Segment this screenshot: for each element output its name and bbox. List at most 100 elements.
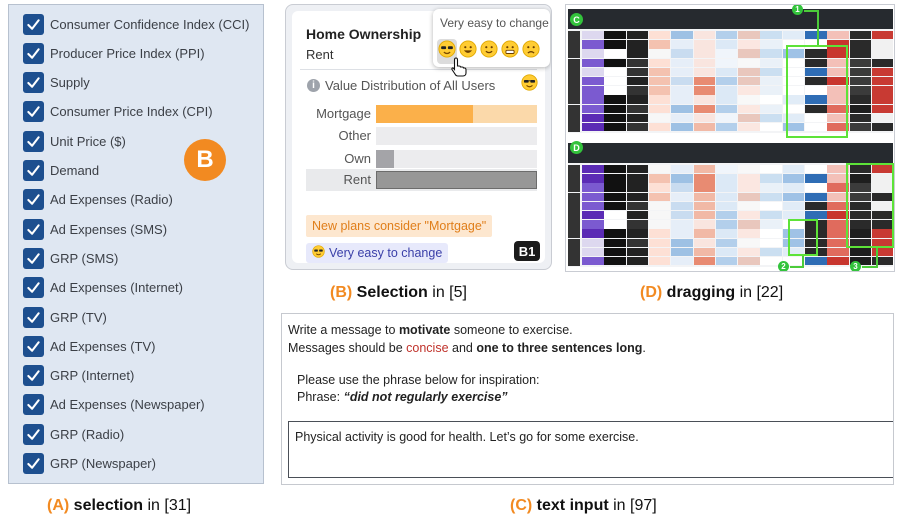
- matrix-cell[interactable]: [671, 123, 693, 132]
- matrix-cell[interactable]: [626, 58, 649, 67]
- matrix-cell[interactable]: [715, 104, 738, 113]
- matrix-cell[interactable]: [582, 86, 604, 95]
- matrix-cell[interactable]: [693, 95, 715, 104]
- matrix-row-header[interactable]: [568, 257, 580, 266]
- matrix-cell[interactable]: [760, 95, 782, 104]
- checkbox[interactable]: [23, 335, 44, 357]
- matrix-cell[interactable]: [715, 123, 738, 132]
- suggestion-label[interactable]: New plans consider "Mortgage": [306, 215, 493, 237]
- matrix-cell[interactable]: [738, 31, 760, 40]
- matrix-cell[interactable]: [738, 86, 760, 95]
- matrix-cell[interactable]: [626, 67, 649, 77]
- matrix-cell[interactable]: [648, 165, 671, 174]
- matrix-cell[interactable]: [738, 77, 760, 86]
- matrix-cell[interactable]: [648, 201, 671, 211]
- checkbox-row[interactable]: GRP (Newspaper): [23, 453, 156, 475]
- matrix-cell[interactable]: [760, 113, 782, 123]
- matrix-cell[interactable]: [849, 86, 872, 95]
- matrix-row-header[interactable]: [568, 183, 580, 193]
- matrix-cell[interactable]: [604, 174, 626, 183]
- matrix-cell[interactable]: [626, 247, 649, 257]
- matrix-cell[interactable]: [626, 123, 649, 132]
- checkbox-row[interactable]: Ad Expenses (Newspaper): [23, 394, 205, 416]
- matrix-row-header[interactable]: [568, 174, 580, 184]
- matrix-row-header[interactable]: [568, 58, 580, 68]
- checkbox-row[interactable]: Consumer Price Index (CPI): [23, 101, 213, 123]
- matrix-cell[interactable]: [626, 229, 649, 238]
- matrix-cell[interactable]: [604, 247, 626, 257]
- smile-face-icon[interactable]: [480, 40, 498, 63]
- matrix-cell[interactable]: [582, 95, 604, 104]
- matrix-cell[interactable]: [715, 31, 738, 40]
- matrix-cell[interactable]: [738, 201, 760, 211]
- checkbox-row[interactable]: GRP (Radio): [23, 423, 124, 445]
- checkbox[interactable]: [23, 453, 44, 474]
- matrix-cell[interactable]: [760, 192, 782, 201]
- matrix-cell[interactable]: [760, 67, 782, 77]
- matrix-cell[interactable]: [715, 67, 738, 77]
- matrix-cell[interactable]: [604, 49, 626, 58]
- matrix-cell[interactable]: [760, 49, 782, 58]
- matrix-cell[interactable]: [604, 67, 626, 77]
- matrix-cell[interactable]: [626, 104, 649, 113]
- checkbox-row[interactable]: Producer Price Index (PPI): [23, 42, 205, 64]
- matrix-cell[interactable]: [715, 86, 738, 95]
- matrix-cell[interactable]: [582, 192, 604, 201]
- checkbox-row[interactable]: GRP (TV): [23, 306, 107, 328]
- checkbox-row[interactable]: Ad Expenses (Internet): [23, 277, 183, 299]
- matrix-cell[interactable]: [648, 247, 671, 257]
- matrix-cell[interactable]: [715, 58, 738, 67]
- matrix-cell[interactable]: [626, 31, 649, 40]
- checkbox[interactable]: [23, 394, 44, 416]
- matrix-cell[interactable]: [582, 49, 604, 58]
- matrix-cell[interactable]: [693, 77, 715, 86]
- matrix-cell[interactable]: [849, 67, 872, 77]
- checkbox[interactable]: [23, 72, 44, 94]
- matrix-cell[interactable]: [648, 58, 671, 67]
- matrix-cell[interactable]: [760, 165, 782, 174]
- matrix-cell[interactable]: [604, 104, 626, 113]
- matrix-cell[interactable]: [648, 77, 671, 86]
- matrix-cell[interactable]: [871, 67, 893, 77]
- matrix-cell[interactable]: [760, 174, 782, 183]
- checkbox[interactable]: [23, 13, 44, 35]
- matrix-cell[interactable]: [760, 123, 782, 132]
- matrix-cell[interactable]: [626, 165, 649, 174]
- matrix-cell[interactable]: [849, 77, 872, 86]
- checkbox[interactable]: [23, 130, 44, 152]
- matrix-cell[interactable]: [648, 104, 671, 113]
- matrix-cell[interactable]: [760, 220, 782, 229]
- matrix-cell[interactable]: [693, 247, 715, 257]
- matrix-cell[interactable]: [871, 31, 893, 40]
- matrix-cell[interactable]: [738, 95, 760, 104]
- matrix-cell[interactable]: [871, 123, 893, 132]
- matrix-cell[interactable]: [693, 229, 715, 238]
- matrix-cell[interactable]: [805, 165, 827, 174]
- message-textarea[interactable]: Physical activity is good for health. Le…: [288, 421, 893, 478]
- matrix-cell[interactable]: [671, 229, 693, 238]
- matrix-cell[interactable]: [648, 123, 671, 132]
- matrix-cell[interactable]: [604, 123, 626, 132]
- selected-value[interactable]: Rent: [306, 47, 333, 62]
- matrix-cell[interactable]: [693, 113, 715, 123]
- matrix-cell[interactable]: [626, 183, 649, 192]
- matrix-cell[interactable]: [671, 174, 693, 183]
- matrix-cell[interactable]: [693, 104, 715, 113]
- matrix-cell[interactable]: [693, 67, 715, 77]
- matrix-cell[interactable]: [827, 247, 849, 257]
- checkbox[interactable]: [23, 218, 44, 240]
- matrix-cell[interactable]: [738, 165, 760, 174]
- matrix-cell[interactable]: [604, 238, 626, 247]
- matrix-cell[interactable]: [738, 247, 760, 257]
- matrix-cell[interactable]: [604, 211, 626, 220]
- matrix-cell[interactable]: [715, 192, 738, 201]
- matrix-cell[interactable]: [871, 40, 893, 49]
- matrix-cell[interactable]: [738, 113, 760, 123]
- matrix-cell[interactable]: [849, 113, 872, 123]
- matrix-cell[interactable]: [582, 67, 604, 77]
- checkbox[interactable]: [23, 101, 44, 123]
- matrix-cell[interactable]: [782, 174, 805, 183]
- matrix-cell[interactable]: [782, 31, 805, 40]
- checkbox[interactable]: [23, 189, 44, 211]
- matrix-cell[interactable]: [671, 67, 693, 77]
